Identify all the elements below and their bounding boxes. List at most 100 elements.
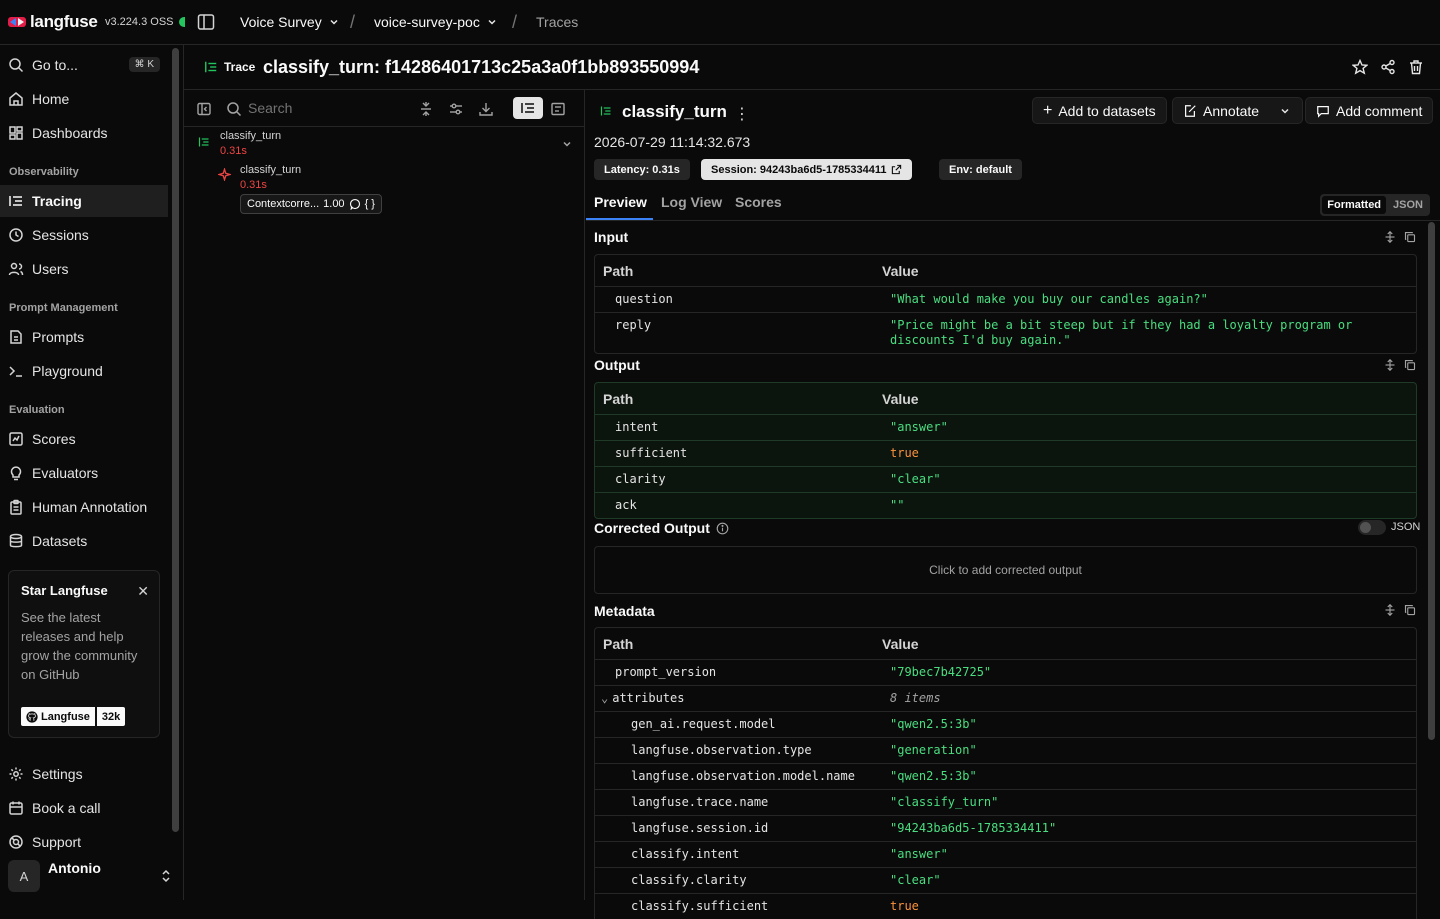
sidebar-item-scores[interactable]: Scores	[0, 423, 168, 455]
download-icon[interactable]	[478, 101, 494, 117]
annotate-button[interactable]: Annotate	[1172, 97, 1303, 124]
output-section-title: Output	[594, 357, 640, 373]
copy-icon[interactable]	[1404, 359, 1416, 371]
settings-sliders-icon[interactable]	[448, 101, 464, 117]
table-header: Path Value	[595, 383, 1416, 415]
chevron-down-icon[interactable]	[561, 138, 573, 150]
expand-icon[interactable]	[1384, 359, 1396, 371]
annotate-dropdown[interactable]	[1279, 105, 1291, 117]
tab-preview[interactable]: Preview	[594, 194, 647, 210]
share-icon[interactable]	[1380, 59, 1396, 75]
sidebar-item-label: Datasets	[32, 533, 88, 549]
section-heading-observability: Observability	[9, 166, 79, 178]
column-value: Value	[882, 390, 919, 407]
sidebar-item-support[interactable]: Support	[0, 826, 168, 858]
trace-tag-label: Trace	[224, 60, 256, 74]
sidebar-item-label: Evaluators	[32, 465, 99, 481]
table-row: langfuse.observation.model.name "qwen2.5…	[595, 764, 1416, 790]
sidebar-item-datasets[interactable]: Datasets	[0, 525, 168, 557]
row-value: "79bec7b42725"	[890, 665, 992, 679]
tree-view-icon	[521, 103, 534, 113]
add-comment-button[interactable]: Add comment	[1305, 97, 1434, 124]
timeline-view-icon[interactable]	[550, 101, 566, 117]
sidebar: Go to... ⌘ K Home Dashboards Observabili…	[0, 45, 168, 900]
json-toggle-switch[interactable]	[1358, 520, 1386, 535]
chevron-up-down-icon[interactable]	[160, 868, 172, 884]
row-value: 8 items	[890, 691, 941, 705]
expand-icon[interactable]	[1384, 604, 1396, 616]
sidebar-item-sessions[interactable]: Sessions	[0, 219, 168, 251]
star-icon[interactable]	[1352, 59, 1368, 75]
github-star-button[interactable]: Langfuse 32k	[21, 707, 126, 726]
external-link-icon	[891, 164, 901, 175]
metadata-section-actions	[1384, 604, 1416, 616]
sidebar-item-tracing[interactable]: Tracing	[0, 185, 168, 217]
tree-view-toggle-button[interactable]	[513, 97, 543, 119]
breadcrumb-project[interactable]: voice-survey-poc	[374, 14, 498, 30]
sidebar-item-settings[interactable]: Settings	[0, 758, 168, 790]
sidebar-item-evaluators[interactable]: Evaluators	[0, 457, 168, 489]
sidebar-item-label: Book a call	[32, 800, 101, 816]
detail-scrollbar[interactable]	[1428, 222, 1435, 740]
row-value: true	[890, 446, 919, 460]
session-badge[interactable]: Session: 94243ba6d5-1785334411	[701, 159, 912, 180]
sidebar-item-prompts[interactable]: Prompts	[0, 321, 168, 353]
copy-icon[interactable]	[1404, 604, 1416, 616]
trace-icon	[205, 61, 217, 73]
corrected-output-label: Corrected Output	[594, 520, 710, 536]
sidebar-item-human-annotation[interactable]: Human Annotation	[0, 491, 168, 523]
score-chip[interactable]: Contextcorre... 1.00 { }	[240, 194, 382, 214]
tree-child-name[interactable]: classify_turn	[240, 164, 301, 176]
sidebar-item-users[interactable]: Users	[0, 253, 168, 285]
chevron-down-icon: ⌄	[601, 691, 609, 705]
clipboard-icon	[10, 499, 22, 515]
row-value: "Price might be a bit steep but if they …	[890, 318, 1353, 347]
sidebar-item-playground[interactable]: Playground	[0, 355, 168, 387]
tree-search-input[interactable]: Search	[248, 100, 292, 116]
table-row-expandable[interactable]: ⌄ attributes 8 items	[595, 686, 1416, 712]
column-path: Path	[603, 390, 634, 407]
info-icon[interactable]	[716, 522, 729, 535]
format-formatted-option[interactable]: Formatted	[1322, 196, 1387, 214]
expand-icon[interactable]	[1384, 231, 1396, 243]
panel-collapse-icon[interactable]	[196, 101, 212, 117]
format-json-option[interactable]: JSON	[1388, 196, 1428, 214]
tree-root-name[interactable]: classify_turn	[220, 130, 281, 142]
tab-log-view[interactable]: Log View	[661, 194, 722, 210]
user-menu[interactable]: A Antonio	[8, 860, 101, 892]
trash-icon[interactable]	[1408, 59, 1424, 75]
logo[interactable]: langfuse	[8, 12, 98, 32]
chevron-down-icon	[1281, 108, 1289, 114]
row-key: classify.intent	[631, 847, 740, 861]
goto-search[interactable]: Go to... ⌘ K	[0, 49, 168, 81]
comment-icon	[349, 198, 360, 210]
corrected-output-box[interactable]: Click to add corrected output	[594, 546, 1417, 594]
breadcrumb-org[interactable]: Voice Survey	[240, 14, 340, 30]
sidebar-item-label: Prompts	[32, 329, 85, 345]
table-row: langfuse.session.id "94243ba6d5-17853344…	[595, 816, 1416, 842]
add-to-datasets-button[interactable]: + Add to datasets	[1032, 97, 1167, 124]
collapse-all-icon[interactable]	[418, 101, 434, 117]
row-key: gen_ai.request.model	[631, 717, 776, 731]
lightbulb-icon	[10, 466, 22, 481]
row-key: langfuse.trace.name	[631, 795, 769, 809]
breadcrumb-page[interactable]: Traces	[536, 14, 578, 30]
sidebar-item-home[interactable]: Home	[0, 83, 168, 115]
sidebar-item-dashboards[interactable]: Dashboards	[0, 117, 168, 149]
more-options-icon[interactable]: ⋮	[734, 104, 750, 124]
chevron-down-icon	[488, 19, 496, 25]
tree-root-latency: 0.31s	[220, 145, 247, 157]
terminal-icon	[9, 366, 22, 377]
sidebar-item-book-a-call[interactable]: Book a call	[0, 792, 168, 824]
sidebar-scrollbar[interactable]	[172, 48, 179, 832]
latency-badge: Latency: 0.31s	[594, 159, 690, 180]
chevron-down-icon	[330, 19, 338, 25]
corrected-output-title: Corrected Output	[594, 520, 729, 536]
sidebar-item-label: Users	[32, 261, 69, 277]
tab-scores[interactable]: Scores	[735, 194, 782, 210]
close-icon[interactable]: ✕	[137, 583, 149, 600]
copy-icon[interactable]	[1404, 231, 1416, 243]
sidebar-item-label: Settings	[32, 766, 83, 782]
sidebar-toggle-button[interactable]	[196, 12, 216, 32]
clock-icon	[9, 228, 23, 242]
